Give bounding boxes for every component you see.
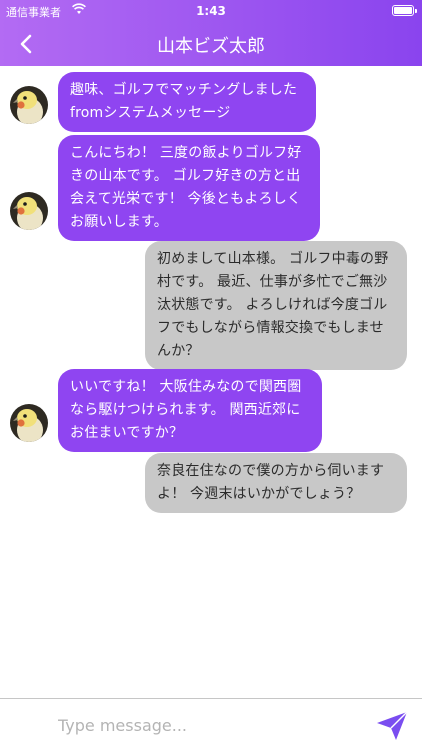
message-bubble-incoming[interactable]: いいですね！ 大阪住みなので関西圏なら駆けつけられます。 関西近郊にお住まいです…	[58, 369, 322, 452]
paper-plane-icon	[377, 711, 408, 740]
partner-avatar[interactable]	[10, 86, 48, 124]
message-bubble-incoming[interactable]: こんにちわ！ 三度の飯よりゴルフ好きの山本です。 ゴルフ好きの方と出会えて光栄で…	[58, 135, 320, 241]
message-list[interactable]: 趣味、ゴルフでマッチングしました fromシステムメッセージ こんにちわ！ 三度…	[0, 66, 422, 698]
cockatiel-avatar-icon	[10, 404, 48, 442]
message-composer	[0, 698, 422, 751]
message-bubble-outgoing[interactable]: 奈良在住なので僕の方から伺いますよ！ 今週末はいかがでしょう？	[145, 453, 407, 513]
battery-icon	[392, 5, 417, 16]
cockatiel-avatar-icon	[10, 192, 48, 230]
cockatiel-avatar-icon	[10, 86, 48, 124]
nav-bar: 山本ビズ太郎	[0, 22, 422, 66]
partner-avatar[interactable]	[10, 192, 48, 230]
message-input[interactable]	[56, 709, 350, 741]
status-bar: 通信事業者 1:43	[0, 0, 422, 22]
app-header: 通信事業者 1:43 山本ビズ太郎	[0, 0, 422, 66]
clock: 1:43	[196, 4, 226, 18]
chat-partner-name: 山本ビズ太郎	[157, 36, 265, 57]
send-button[interactable]	[376, 711, 408, 741]
partner-avatar[interactable]	[10, 404, 48, 442]
message-bubble-outgoing[interactable]: 初めまして山本様。 ゴルフ中毒の野村です。 最近、仕事が多忙でご無沙汰状態です。…	[145, 241, 407, 370]
message-bubble-incoming[interactable]: 趣味、ゴルフでマッチングしました fromシステムメッセージ	[58, 72, 316, 132]
